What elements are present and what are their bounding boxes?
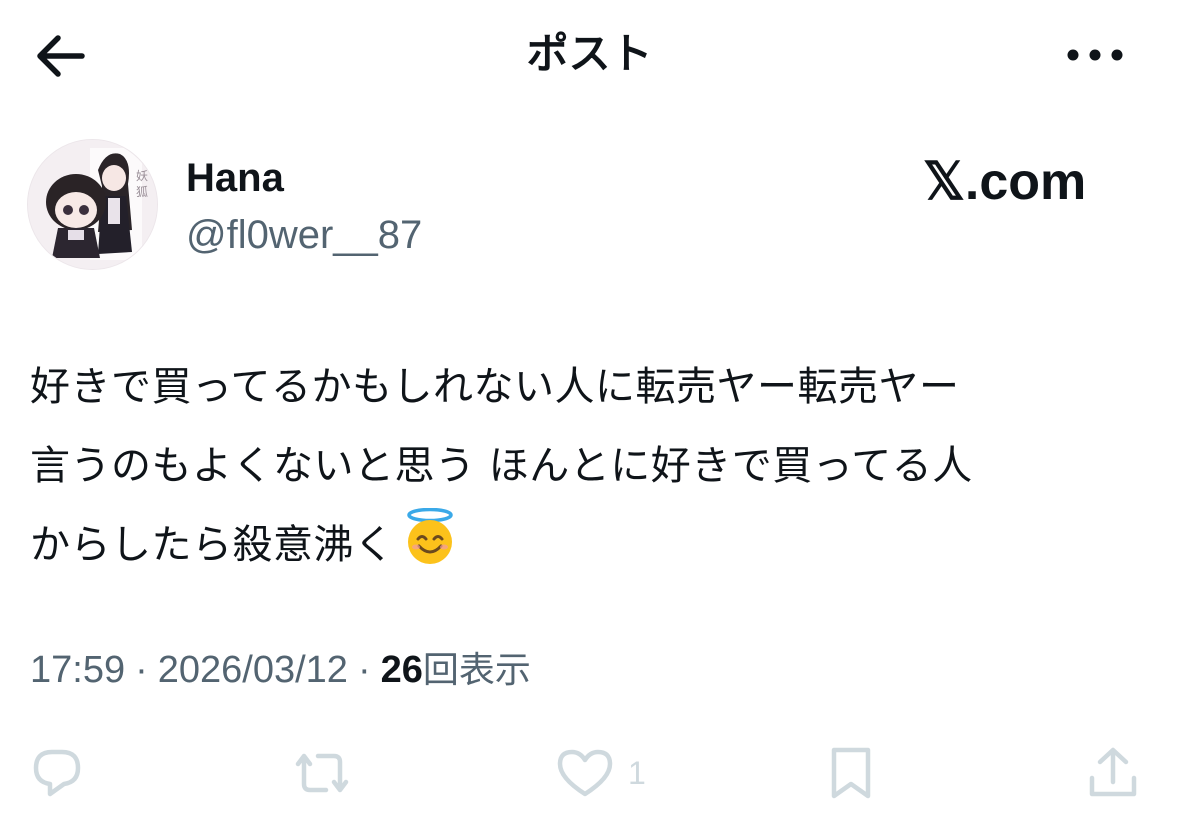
x-com-watermark: 𝕏.com bbox=[923, 152, 1086, 212]
views-label: 回表示 bbox=[422, 650, 531, 691]
like-button[interactable]: 1 bbox=[554, 738, 646, 808]
repost-button[interactable] bbox=[290, 738, 354, 808]
post-text: 好きで買ってるかもしれない人に転売ヤー転売ヤー 言うのもよくないと思う ほんとに… bbox=[30, 348, 1150, 585]
page-title: ポスト bbox=[526, 29, 653, 78]
avatar-image: 妖 狐 bbox=[28, 140, 157, 269]
svg-text:妖: 妖 bbox=[136, 169, 148, 183]
more-horizontal-icon bbox=[1067, 49, 1123, 61]
heart-icon bbox=[557, 749, 613, 797]
reply-button[interactable] bbox=[28, 738, 86, 808]
share-icon bbox=[1089, 747, 1137, 797]
views-count[interactable]: 26 bbox=[381, 649, 423, 691]
bookmark-button[interactable] bbox=[826, 738, 876, 808]
svg-text:狐: 狐 bbox=[136, 185, 148, 199]
more-options-button[interactable] bbox=[1060, 30, 1130, 80]
share-button[interactable] bbox=[1084, 738, 1142, 808]
author-handle[interactable]: @fl0wer__87 bbox=[186, 211, 422, 259]
post-line-3: からしたら殺意沸く bbox=[30, 506, 1150, 585]
post-line-2: 言うのもよくないと思う ほんとに好きで買ってる人 bbox=[30, 443, 973, 489]
avatar[interactable]: 妖 狐 bbox=[27, 139, 158, 270]
post-time: 17:59 bbox=[30, 649, 126, 691]
post-date: 2026/03/12 bbox=[157, 649, 348, 691]
repost-icon bbox=[295, 753, 349, 793]
meta-separator: · bbox=[357, 649, 371, 691]
x-com-text: 𝕏.com bbox=[923, 153, 1087, 211]
author-display-name[interactable]: Hana bbox=[186, 154, 284, 202]
halo-smile-emoji-icon bbox=[406, 508, 453, 564]
post-meta: 17:59 · 2026/03/12 · 26回表示 bbox=[30, 644, 531, 697]
post-line-1: 好きで買ってるかもしれない人に転売ヤー転売ヤー bbox=[30, 364, 960, 410]
like-count: 1 bbox=[628, 754, 646, 791]
bookmark-icon bbox=[831, 747, 871, 799]
post-line-3-text: からしたら殺意沸く bbox=[30, 522, 395, 568]
meta-separator: · bbox=[135, 649, 148, 691]
reply-icon bbox=[33, 749, 81, 797]
